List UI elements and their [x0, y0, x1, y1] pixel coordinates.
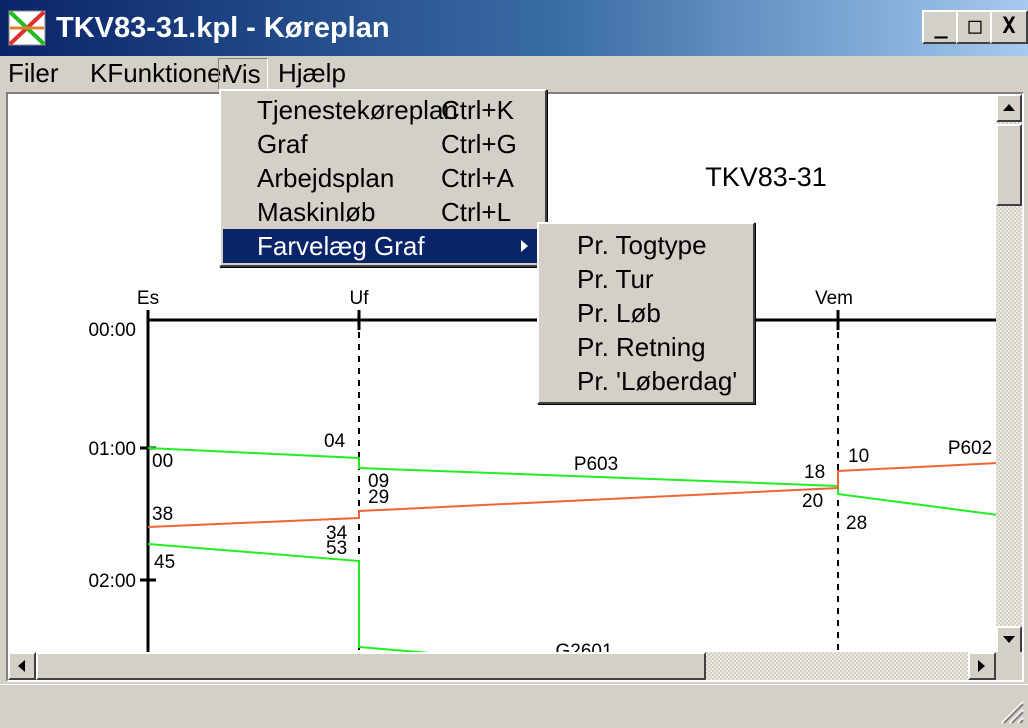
menu-hjaelp[interactable]: Hjælp — [272, 58, 352, 88]
menu-item-graf[interactable]: Graf Ctrl+G — [223, 127, 543, 161]
vertical-scrollbar[interactable] — [996, 94, 1022, 654]
minute-label: 00 — [152, 451, 173, 472]
menu-item-tjenestekoereplan[interactable]: Tjenestekøreplan Ctrl+K — [223, 93, 543, 127]
maximize-button[interactable]: □ — [956, 10, 994, 44]
vertical-scroll-thumb[interactable] — [996, 124, 1022, 206]
station-label-es: Es — [137, 288, 159, 309]
minute-label: 18 — [804, 462, 825, 483]
menu-item-arbejdsplan[interactable]: Arbejdsplan Ctrl+A — [223, 161, 543, 195]
status-bar — [0, 684, 1028, 728]
menu-item-label: Farvelæg Graf — [257, 231, 425, 261]
arrow-right-icon — [978, 660, 985, 672]
station-label-uf: Uf — [350, 288, 370, 309]
menu-item-label: Tjenestekøreplan — [257, 95, 458, 125]
minute-label: 28 — [846, 513, 867, 534]
menu-item-accel: Ctrl+A — [441, 163, 514, 193]
minute-label: 04 — [324, 431, 346, 452]
submenu-item-label: Pr. Tur — [577, 264, 654, 294]
close-button[interactable]: X — [990, 10, 1028, 44]
minute-label: 45 — [154, 552, 175, 573]
menu-item-accel: Ctrl+L — [441, 197, 512, 227]
menu-item-accel: Ctrl+G — [441, 129, 517, 159]
time-label: 00:00 — [88, 320, 136, 341]
scroll-up-button[interactable] — [996, 94, 1022, 122]
submenu-item-label: Pr. Retning — [577, 332, 706, 362]
scroll-left-button[interactable] — [8, 652, 36, 680]
arrow-left-icon — [18, 660, 25, 672]
scroll-down-button[interactable] — [996, 626, 1022, 654]
submenu-item-label: Pr. Togtype — [577, 230, 707, 260]
horizontal-scroll-thumb[interactable] — [36, 652, 706, 680]
submenu-item-label: Pr. 'Løberdag' — [577, 366, 738, 396]
train-label: P603 — [574, 454, 618, 475]
minute-label: 29 — [368, 487, 389, 508]
graph-title: TKV83-31 — [705, 162, 827, 192]
window-title: TKV83-31.kpl - Køreplan — [56, 12, 390, 44]
scroll-right-button[interactable] — [968, 652, 996, 680]
train-label: P602 — [948, 438, 992, 459]
menu-bar: Filer KFunktioner Vis Hjælp — [0, 56, 1028, 90]
title-bar[interactable]: TKV83-31.kpl - Køreplan _ □ X — [0, 0, 1028, 56]
menu-item-farvelaeg-graf[interactable]: Farvelæg Graf — [223, 229, 543, 263]
scroll-corner — [996, 652, 1022, 680]
menu-item-accel: Ctrl+K — [441, 95, 514, 125]
submenu-item-tur[interactable]: Pr. Tur — [541, 262, 751, 296]
vis-menu: Tjenestekøreplan Ctrl+K Graf Ctrl+G Arbe… — [219, 89, 547, 267]
menu-vis[interactable]: Vis — [218, 58, 268, 90]
arrow-down-icon — [1003, 636, 1015, 643]
resize-grip-icon[interactable] — [996, 696, 1024, 724]
menu-item-label: Graf — [257, 129, 308, 159]
menu-item-label: Arbejdsplan — [257, 163, 395, 193]
minute-label: 53 — [326, 538, 347, 559]
horizontal-scrollbar[interactable] — [8, 652, 996, 680]
arrow-up-icon — [1003, 104, 1015, 111]
minute-label: 38 — [152, 504, 173, 525]
minute-label: 10 — [848, 446, 869, 467]
submenu-item-loeberdag[interactable]: Pr. 'Løberdag' — [541, 364, 751, 398]
train-line-g2601 — [147, 543, 443, 655]
minimize-button[interactable]: _ — [922, 10, 960, 44]
submenu-item-retning[interactable]: Pr. Retning — [541, 330, 751, 364]
submenu-arrow-icon — [521, 240, 528, 252]
menu-item-label: Maskinløb — [257, 197, 376, 227]
menu-item-maskinloeb[interactable]: Maskinløb Ctrl+L — [223, 195, 543, 229]
station-label-vem: Vem — [815, 288, 853, 309]
submenu-item-loeb[interactable]: Pr. Løb — [541, 296, 751, 330]
time-label: 02:00 — [88, 571, 136, 592]
app-icon — [8, 10, 46, 46]
menu-filer[interactable]: Filer — [2, 58, 65, 88]
farvelaeg-submenu: Pr. Togtype Pr. Tur Pr. Løb Pr. Retning … — [537, 222, 755, 404]
menu-kfunktioner[interactable]: KFunktioner — [84, 58, 236, 88]
submenu-item-label: Pr. Løb — [577, 298, 661, 328]
submenu-item-togtype[interactable]: Pr. Togtype — [541, 228, 751, 262]
time-label: 01:00 — [88, 439, 136, 460]
minute-label: 20 — [802, 491, 823, 512]
